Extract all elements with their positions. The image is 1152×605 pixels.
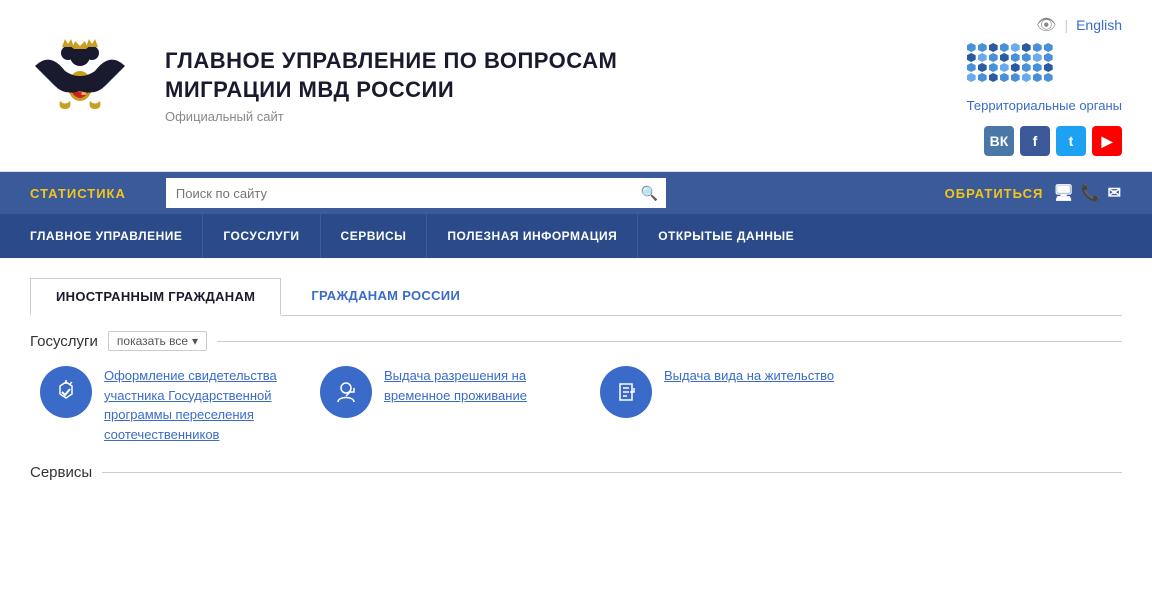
header: 🐴 ГЛАВНОЕ УПРАВЛЕНИЕ ПО ВОПРОСА (0, 0, 1152, 172)
service-card-1: Оформление свидетельства участника Госуд… (40, 366, 290, 444)
hex-cell (978, 43, 987, 52)
tab-content-foreign: Госуслуги показать все ▾ Оформление свид… (30, 331, 1122, 481)
youtube-icon[interactable]: ▶ (1092, 126, 1122, 156)
section-divider (217, 341, 1122, 342)
hex-cell (978, 63, 987, 72)
service-link-1[interactable]: Оформление свидетельства участника Госуд… (104, 366, 290, 444)
contact-icons: 🖥 📞 ✉ (1053, 183, 1122, 203)
hex-cell (1033, 53, 1042, 62)
statistics-link[interactable]: СТАТИСТИКА (30, 186, 126, 201)
nav-poleznaya-informaciya[interactable]: ПОЛЕЗНАЯ ИНФОРМАЦИЯ (427, 214, 638, 258)
nav-gosuslugi[interactable]: ГОСУСЛУГИ (203, 214, 320, 258)
page-subtitle: Официальный сайт (165, 109, 967, 124)
servisy-section-header: Сервисы (30, 464, 1122, 481)
territorial-block: Территориальные органы (967, 43, 1122, 113)
hex-cell (1000, 63, 1009, 72)
servisy-divider (102, 472, 1122, 473)
hex-cell (1011, 43, 1020, 52)
gosuslugi-title: Госуслуги (30, 333, 98, 350)
service-icon-2 (320, 366, 372, 418)
facebook-icon[interactable]: f (1020, 126, 1050, 156)
tabs: ИНОСТРАННЫМ ГРАЖДАНАМ ГРАЖДАНАМ РОССИИ (30, 278, 1122, 316)
show-all-button[interactable]: показать все ▾ (108, 331, 207, 351)
monitor-icon: 🖥 (1053, 183, 1074, 203)
hex-cell (978, 53, 987, 62)
vk-icon[interactable]: ВК (984, 126, 1014, 156)
logo: 🐴 (30, 31, 140, 141)
hex-cell (1022, 73, 1031, 82)
hex-cell (1044, 53, 1053, 62)
service-link-2[interactable]: Выдача разрешения на временное проживани… (384, 366, 570, 405)
page-title: ГЛАВНОЕ УПРАВЛЕНИЕ ПО ВОПРОСАМ МИГРАЦИИ … (165, 47, 967, 104)
search-bar: 🔍 (166, 178, 666, 208)
tab-foreign-citizens[interactable]: ИНОСТРАННЫМ ГРАЖДАНАМ (30, 278, 281, 316)
hex-cell (989, 53, 998, 62)
hex-cell (1022, 53, 1031, 62)
hex-cell (1033, 43, 1042, 52)
header-title-block: ГЛАВНОЕ УПРАВЛЕНИЕ ПО ВОПРОСАМ МИГРАЦИИ … (165, 47, 967, 124)
service-card-2: Выдача разрешения на временное проживани… (320, 366, 570, 444)
english-link[interactable]: English (1076, 17, 1122, 33)
hex-cell (967, 53, 976, 62)
tab-russian-citizens[interactable]: ГРАЖДАНАМ РОССИИ (286, 278, 485, 315)
nav-otkrytye-dannye[interactable]: ОТКРЫТЫЕ ДАННЫЕ (638, 214, 814, 258)
service-link-3[interactable]: Выдача вида на жительство (664, 366, 834, 386)
language-selector: 👁 | English (1036, 15, 1122, 35)
contact-label[interactable]: ОБРАТИТЬСЯ (945, 186, 1044, 201)
hex-cell (1022, 43, 1031, 52)
hex-cell (967, 43, 976, 52)
main-content: ИНОСТРАННЫМ ГРАЖДАНАМ ГРАЖДАНАМ РОССИИ Г… (0, 258, 1152, 511)
chevron-down-icon: ▾ (192, 334, 198, 348)
nav-bar-statistics: СТАТИСТИКА 🔍 ОБРАТИТЬСЯ 🖥 📞 ✉ (0, 172, 1152, 214)
hex-cell (1044, 73, 1053, 82)
twitter-icon[interactable]: t (1056, 126, 1086, 156)
main-nav: ГЛАВНОЕ УПРАВЛЕНИЕ ГОСУСЛУГИ СЕРВИСЫ ПОЛ… (0, 214, 1152, 258)
contact-block: ОБРАТИТЬСЯ 🖥 📞 ✉ (945, 183, 1122, 203)
servisy-title: Сервисы (30, 464, 92, 481)
services-list: Оформление свидетельства участника Госуд… (30, 366, 1122, 444)
hex-cell (1033, 63, 1042, 72)
hex-cell (978, 73, 987, 82)
hex-cell (1033, 73, 1042, 82)
service-icon-1 (40, 366, 92, 418)
hex-cell (1044, 43, 1053, 52)
hex-cell (1011, 63, 1020, 72)
hex-cell (1000, 53, 1009, 62)
hex-cell (989, 63, 998, 72)
phone-icon: 📞 (1081, 183, 1102, 203)
search-button[interactable]: 🔍 (632, 178, 665, 208)
hex-cell (1000, 43, 1009, 52)
hex-cell (1011, 53, 1020, 62)
nav-servisy[interactable]: СЕРВИСЫ (321, 214, 428, 258)
gosuslugi-section-header: Госуслуги показать все ▾ (30, 331, 1122, 351)
territorial-link[interactable]: Территориальные органы (967, 98, 1122, 113)
hex-cell (1022, 63, 1031, 72)
header-right: 👁 | English (967, 15, 1122, 156)
hex-cell (967, 73, 976, 82)
nav-glavnoe-upravlenie[interactable]: ГЛАВНОЕ УПРАВЛЕНИЕ (30, 214, 203, 258)
hex-cell (1011, 73, 1020, 82)
hex-cell (1044, 63, 1053, 72)
hex-cell (967, 63, 976, 72)
service-icon-3 (600, 366, 652, 418)
email-icon: ✉ (1108, 183, 1122, 203)
hex-cell (1000, 73, 1009, 82)
eye-icon[interactable]: 👁 (1036, 15, 1056, 35)
hex-cell (989, 73, 998, 82)
service-card-3: Выдача вида на жительство (600, 366, 834, 444)
social-icons: ВК f t ▶ (984, 126, 1122, 156)
hex-cell (989, 43, 998, 52)
hex-pattern-image (967, 43, 1057, 95)
search-input[interactable] (166, 178, 633, 208)
